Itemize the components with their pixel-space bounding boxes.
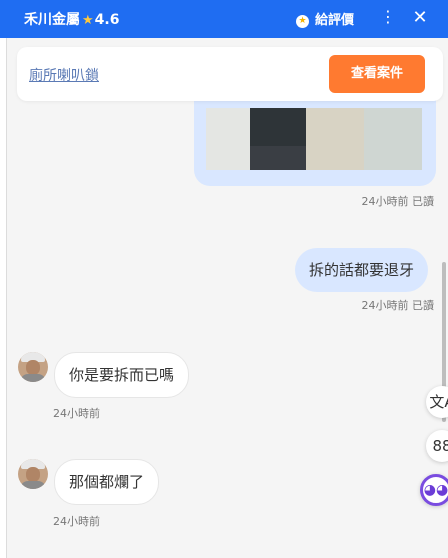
incoming-text-bubble[interactable]: 那個都爛了 — [54, 459, 160, 505]
shop-title: 禾川金屬 ★4.6 — [24, 9, 119, 29]
rate-label: 給評價 — [315, 13, 355, 28]
more-vertical-icon[interactable]: ⋮ — [380, 6, 396, 28]
outgoing-text-bubble[interactable]: 拆的話都要退牙 — [295, 248, 429, 292]
chat-area[interactable]: 廁所喇叭鎖 查看案件 24小時前 已讀 拆的話都要退牙 24小時前 已讀 你是要… — [7, 38, 448, 558]
avatar[interactable] — [18, 352, 48, 382]
case-title-link[interactable]: 廁所喇叭鎖 — [29, 65, 99, 85]
close-icon[interactable]: ✕ — [410, 7, 430, 29]
message-meta: 24小時前 — [53, 407, 100, 420]
message-photo[interactable] — [206, 108, 422, 170]
star-icon: ★ — [82, 13, 94, 28]
incoming-text-bubble[interactable]: 你是要拆而已嗎 — [54, 352, 190, 398]
message-meta: 24小時前 已讀 — [361, 195, 435, 208]
message-meta: 24小時前 已讀 — [361, 299, 435, 312]
rate-button[interactable]: ★ 給評價 — [296, 9, 354, 28]
view-case-button[interactable]: 查看案件 — [329, 55, 425, 93]
avatar[interactable] — [18, 459, 48, 489]
message-meta: 24小時前 — [53, 515, 100, 528]
shop-rating: 4.6 — [94, 12, 120, 28]
chat-header: 禾川金屬 ★4.6 ★ 給評價 ⋮ ✕ — [0, 0, 448, 38]
star-badge-icon: ★ — [296, 15, 309, 28]
shop-name: 禾川金屬 — [24, 12, 80, 28]
left-panel-edge — [0, 38, 7, 558]
ai-assistant-icon[interactable]: ◕◕ — [420, 474, 448, 506]
case-bar: 廁所喇叭鎖 查看案件 — [17, 47, 443, 101]
